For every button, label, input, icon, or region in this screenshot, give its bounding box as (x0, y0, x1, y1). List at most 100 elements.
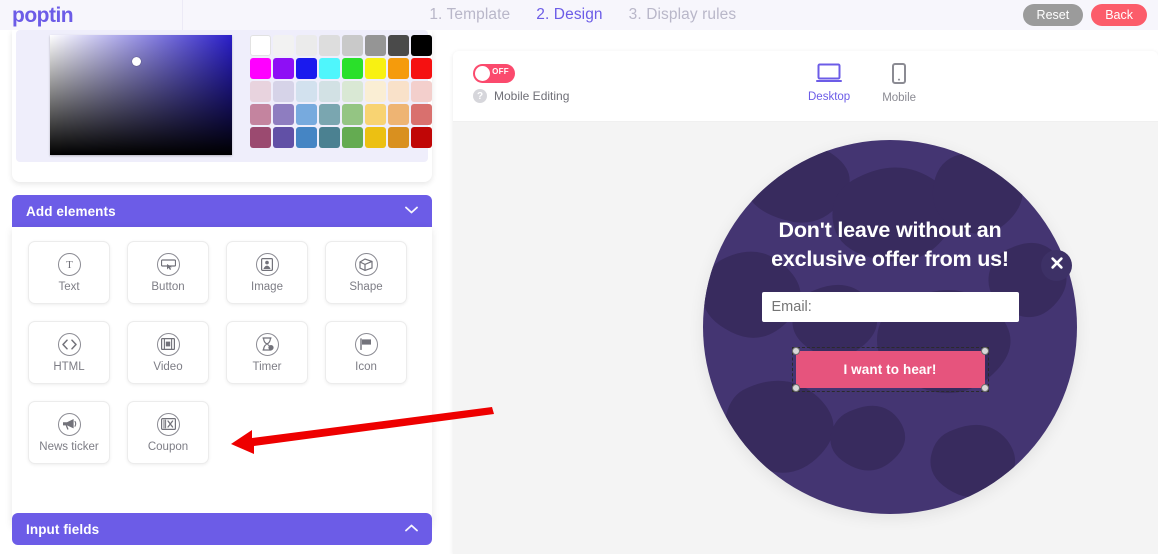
accordion-add-elements-body: T Text Button Image Shape HTML Video Timer Icon N… (12, 227, 432, 527)
element-tile-button[interactable]: Button (127, 241, 209, 304)
resize-handle-bottom-left[interactable] (791, 384, 800, 393)
color-swatch[interactable] (411, 127, 432, 148)
color-swatch[interactable] (319, 81, 340, 102)
email-input[interactable] (761, 292, 1019, 323)
color-swatch[interactable] (342, 58, 363, 79)
wizard-steps: 1. Template 2. Design 3. Display rules (143, 0, 1023, 30)
editor-canvas-area: OFF ? Mobile Editing Desktop Mobile Don'… (445, 30, 1158, 554)
question-mark-icon[interactable]: ? (473, 89, 487, 103)
color-swatch[interactable] (273, 35, 294, 56)
step-design[interactable]: 2. Design (536, 6, 602, 24)
color-swatch[interactable] (411, 35, 432, 56)
color-swatch[interactable] (296, 104, 317, 125)
element-tile-text[interactable]: T Text (28, 241, 110, 304)
element-tile-icon[interactable]: Icon (325, 321, 407, 384)
element-tile-shape[interactable]: Shape (325, 241, 407, 304)
color-swatch[interactable] (411, 104, 432, 125)
color-swatch[interactable] (250, 104, 271, 125)
color-swatch-grid[interactable] (250, 35, 432, 148)
device-mobile[interactable]: Mobile (882, 63, 916, 104)
saturation-value-gradient[interactable] (50, 35, 232, 155)
color-swatch[interactable] (365, 127, 386, 148)
element-tile-html[interactable]: HTML (28, 321, 110, 384)
color-picker-inner (16, 30, 432, 162)
color-swatch[interactable] (296, 58, 317, 79)
device-desktop-label: Desktop (808, 91, 851, 103)
chevron-down-icon[interactable] (405, 206, 418, 217)
back-button[interactable]: Back (1091, 4, 1147, 26)
color-swatch[interactable] (250, 58, 271, 79)
step-template[interactable]: 1. Template (429, 6, 510, 24)
accordion-input-fields-header[interactable]: Input fields (12, 513, 432, 545)
element-tile-coupon[interactable]: Coupon (127, 401, 209, 464)
popup-close-button[interactable] (1041, 250, 1072, 281)
element-tile-timer[interactable]: Timer (226, 321, 308, 384)
color-swatch[interactable] (250, 35, 271, 56)
cta-button[interactable]: I want to hear! (795, 351, 985, 389)
element-tile-video[interactable]: Video (127, 321, 209, 384)
color-swatch[interactable] (342, 104, 363, 125)
color-swatch[interactable] (319, 104, 340, 125)
editor-card: OFF ? Mobile Editing Desktop Mobile Don'… (453, 51, 1158, 554)
popup-stage: Don't leave without an exclusive offer f… (453, 122, 1158, 554)
popup-headline[interactable]: Don't leave without an exclusive offer f… (752, 216, 1028, 273)
color-swatch[interactable] (296, 127, 317, 148)
color-swatch[interactable] (365, 81, 386, 102)
element-tile-label: Timer (252, 360, 282, 373)
color-swatch[interactable] (273, 127, 294, 148)
color-swatch[interactable] (388, 81, 409, 102)
accordion-add-elements-header[interactable]: Add elements (12, 195, 432, 227)
video-icon (156, 332, 180, 356)
color-swatch[interactable] (411, 58, 432, 79)
resize-handle-bottom-right[interactable] (980, 384, 989, 393)
color-swatch[interactable] (273, 81, 294, 102)
element-tile-label: Icon (355, 360, 377, 373)
color-swatch[interactable] (273, 58, 294, 79)
element-tile-label: Coupon (147, 440, 189, 453)
top-header-bar: poptin 1. Template 2. Design 3. Display … (0, 0, 1158, 30)
color-swatch[interactable] (250, 81, 271, 102)
coupon-icon (156, 412, 180, 436)
color-swatch[interactable] (319, 58, 340, 79)
poptin-logo[interactable]: poptin (12, 5, 74, 26)
color-swatch[interactable] (319, 35, 340, 56)
mobile-editing-label: Mobile Editing (494, 89, 570, 103)
element-tile-news-ticker[interactable]: News ticker (28, 401, 110, 464)
color-swatch[interactable] (411, 81, 432, 102)
device-mobile-label: Mobile (882, 92, 917, 104)
color-marker-dot[interactable] (131, 57, 141, 67)
color-swatch[interactable] (296, 81, 317, 102)
color-swatch[interactable] (342, 81, 363, 102)
resize-handle-top-right[interactable] (980, 347, 989, 356)
left-sidebar-panel: Add elements T Text Button Image Shape HTML Vi… (0, 30, 445, 554)
element-tile-label: Text (58, 280, 80, 293)
color-swatch[interactable] (342, 127, 363, 148)
step-display-rules[interactable]: 3. Display rules (629, 6, 737, 24)
color-swatch[interactable] (319, 127, 340, 148)
element-tile-image[interactable]: Image (226, 241, 308, 304)
mobile-editing-toggle[interactable]: OFF (473, 64, 515, 83)
color-swatch[interactable] (296, 35, 317, 56)
chevron-up-icon[interactable] (405, 524, 418, 535)
element-tile-label: News ticker (39, 440, 99, 453)
device-switcher: Desktop Mobile (808, 63, 916, 104)
color-swatch[interactable] (250, 127, 271, 148)
mobile-icon (892, 63, 907, 89)
color-swatch[interactable] (365, 35, 386, 56)
shape-icon (354, 252, 378, 276)
resize-handle-top-left[interactable] (791, 347, 800, 356)
megaphone-icon (57, 412, 81, 436)
color-swatch[interactable] (365, 104, 386, 125)
reset-button[interactable]: Reset (1022, 4, 1084, 26)
element-tile-label: Shape (349, 280, 383, 293)
color-swatch[interactable] (388, 104, 409, 125)
color-swatch[interactable] (388, 58, 409, 79)
color-swatch[interactable] (388, 35, 409, 56)
color-swatch[interactable] (388, 127, 409, 148)
color-swatch[interactable] (273, 104, 294, 125)
device-desktop[interactable]: Desktop (808, 63, 850, 104)
element-tile-label: Video (153, 360, 183, 373)
color-swatch[interactable] (365, 58, 386, 79)
color-swatch[interactable] (342, 35, 363, 56)
popup-preview[interactable]: Don't leave without an exclusive offer f… (703, 140, 1077, 514)
